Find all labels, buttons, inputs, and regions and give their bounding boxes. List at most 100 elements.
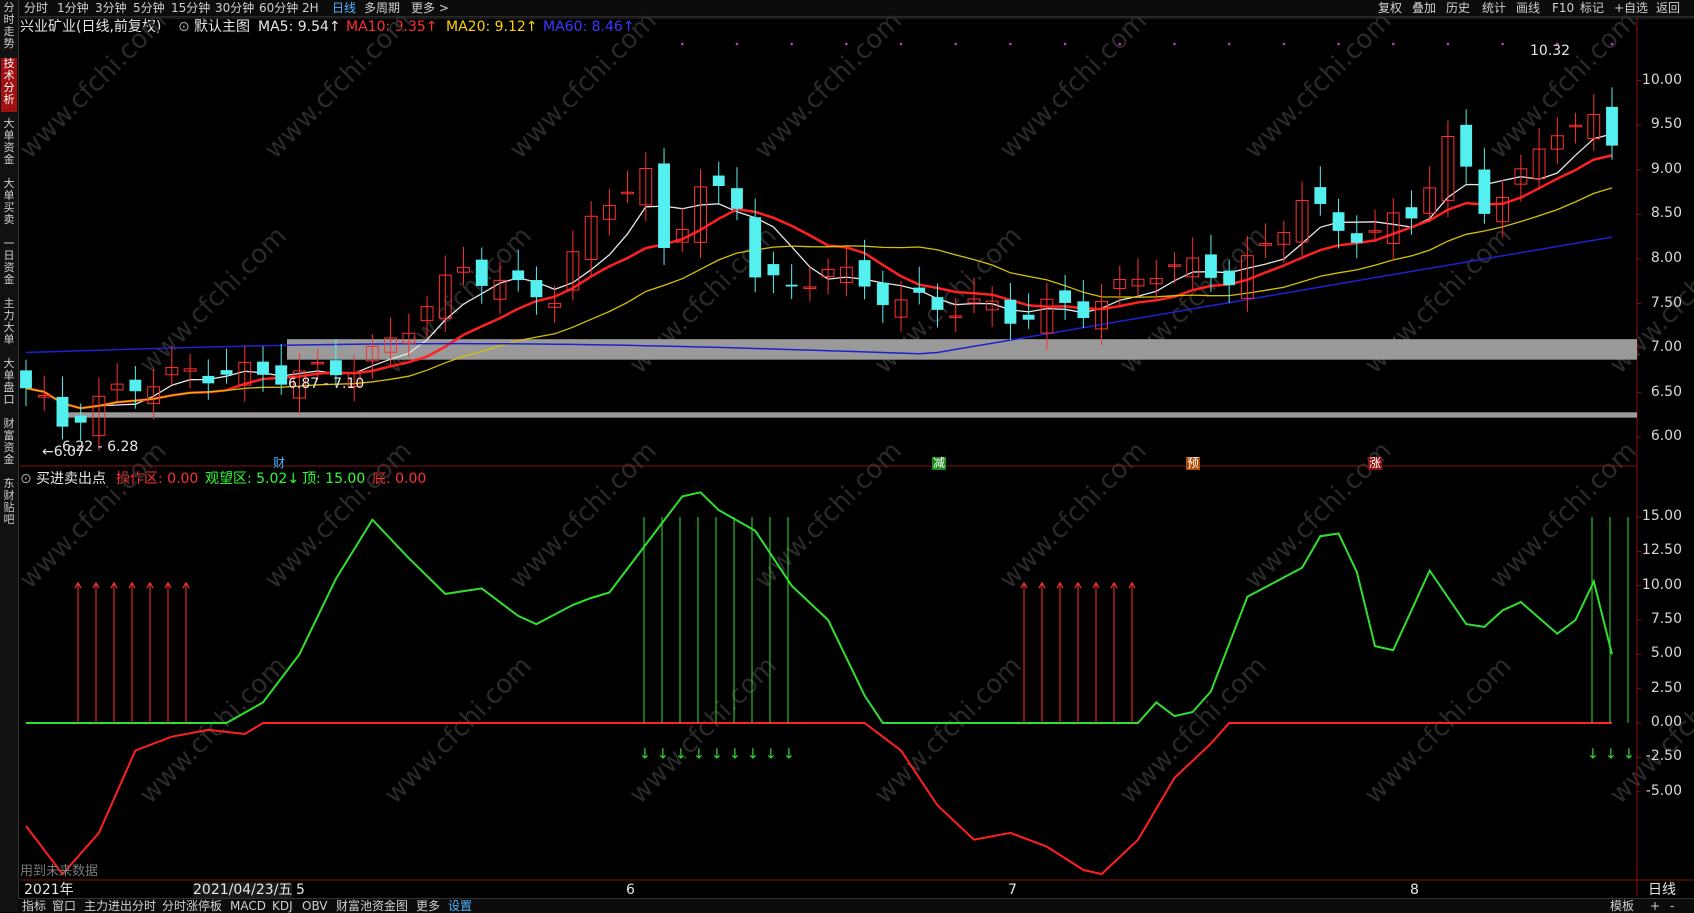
sell-arrow-icon: ↓ [747, 747, 759, 763]
candle-body-down [530, 280, 543, 298]
candle-body-down [1223, 270, 1236, 286]
candle-body-down [1314, 187, 1327, 204]
candle-body-down [329, 360, 342, 376]
top-dot [680, 42, 684, 46]
top-dot [1501, 42, 1504, 46]
x-label-jul: 7 [1008, 882, 1017, 898]
forecast-tag[interactable]: 预 [1186, 457, 1201, 470]
sell-arrow-icon: ↓ [783, 747, 795, 763]
watermark-text: www.cfchi.com [749, 436, 908, 595]
watermark-text: www.cfchi.com [869, 651, 1028, 810]
top-dots [680, 42, 1614, 46]
x-label-may: 5 [296, 882, 305, 898]
zoom-out-button[interactable]: - [1670, 899, 1674, 913]
financial-report-tag[interactable]: 财 [272, 457, 286, 470]
x-label-aug: 8 [1410, 882, 1419, 898]
sell-arrow-icon: ↓ [711, 747, 723, 763]
candle-body-down [712, 175, 725, 187]
candle-body-down [512, 270, 525, 281]
sell-arrow-icon: ↓ [675, 747, 687, 763]
top-dot [735, 42, 739, 46]
candle-body-down [1077, 301, 1090, 318]
watermark-text: www.cfchi.com [1359, 651, 1518, 810]
indicator-tick-label: 0.00 [1650, 714, 1682, 730]
watermark-text: www.cfchi.com [1239, 6, 1398, 165]
price-tick-label: 9.50 [1650, 116, 1682, 133]
chart-canvas[interactable]: www.cfchi.com www.cfchi.com www.cfchi.com w… [0, 0, 1694, 912]
x-axis-period-label[interactable]: 日线 [1648, 882, 1676, 898]
price-tick-label: 6.50 [1650, 383, 1682, 400]
watermark-text: www.cfchi.com [504, 436, 663, 595]
support-zone [60, 412, 1637, 418]
bottom-tab-main-force-intraday[interactable]: 主力进出分时 [84, 899, 156, 913]
watermark-text: www.cfchi.com [1114, 651, 1273, 810]
zoom-in-button[interactable]: + [1650, 899, 1660, 913]
candle-body-down [1405, 207, 1418, 219]
x-label-year: 2021年 [24, 882, 74, 898]
bottom-tab-macd[interactable]: MACD [230, 899, 266, 913]
indicator-tab-bar: 指标 窗口 主力进出分时 分时涨停板 MACD KDJ OBV 财富池资金图 更… [18, 898, 1694, 913]
indicator-tick-label: -2.50 [1645, 748, 1682, 765]
candle-body-down [475, 259, 488, 286]
candle-body-down [1059, 290, 1072, 303]
top-dot [1337, 42, 1340, 46]
candle-body-down [1004, 299, 1017, 324]
watermark-text: www.cfchi.com [624, 651, 783, 810]
price-tick-label: 10.00 [1641, 71, 1682, 88]
indicator-tick-label: 2.50 [1650, 679, 1682, 696]
watermark-text: www.cfchi.com [749, 6, 908, 165]
price-tick-label: 9.00 [1650, 160, 1682, 177]
top-dot [1282, 42, 1286, 46]
bottom-tab-window[interactable]: 窗口 [52, 899, 76, 913]
candle-body-down [1606, 106, 1618, 146]
candle-body-down [876, 282, 889, 306]
candle-body-down [275, 365, 288, 385]
candle-body-down [913, 287, 926, 293]
indicator-tick-label: 5.00 [1650, 645, 1682, 662]
indicator-tick-label: 7.50 [1650, 611, 1682, 627]
template-button[interactable]: 模板 [1610, 899, 1634, 913]
top-dot [845, 42, 848, 46]
reduce-holding-tag[interactable]: 减 [932, 457, 947, 470]
candle-body-down [129, 379, 142, 392]
watermark-text: www.cfchi.com [14, 436, 173, 595]
watermark-text: www.cfchi.com [379, 651, 538, 810]
bottom-tab-indicator[interactable]: 指标 [22, 899, 46, 913]
candle-body-down [74, 415, 87, 423]
bottom-tab-settings[interactable]: 设置 [448, 899, 472, 913]
top-dot [790, 42, 793, 46]
watermark-text: www.cfchi.com [14, 6, 173, 165]
indicator-tick-label: 10.00 [1641, 576, 1682, 593]
candle-body-down [931, 297, 944, 310]
watermark-text: www.cfchi.com [134, 221, 293, 380]
bottom-tab-obv[interactable]: OBV [302, 899, 328, 913]
bottom-tab-more[interactable]: 更多 [416, 899, 440, 913]
watermark-text: www.cfchi.com [1484, 436, 1643, 595]
bottom-tab-kdj[interactable]: KDJ [272, 899, 293, 913]
price-tick-label: 6.00 [1650, 428, 1682, 445]
limit-up-tag[interactable]: 涨 [1368, 457, 1383, 470]
top-dot [1391, 42, 1395, 46]
watermark-text: www.cfchi.com [994, 6, 1153, 165]
top-dot [954, 42, 958, 46]
candle-body-down [1332, 212, 1345, 231]
sell-arrow-icon: ↓ [657, 747, 669, 763]
price-tick-label: 7.00 [1650, 339, 1682, 356]
candle-body-down [56, 396, 69, 427]
sell-arrow-icon: ↓ [729, 747, 741, 763]
candle-body-down [257, 361, 269, 375]
candle-body-down [785, 284, 798, 287]
watermark-layer: www.cfchi.com www.cfchi.com www.cfchi.com w… [14, 6, 1694, 810]
candle-body-down [1350, 233, 1363, 243]
sell-arrow-icon: ↓ [1587, 747, 1599, 763]
candle-body-down [749, 217, 762, 278]
top-dot [1227, 42, 1231, 46]
price-tick-label: 8.00 [1650, 249, 1682, 266]
candle-body-down [1478, 169, 1491, 214]
bottom-tab-intraday-limit-up[interactable]: 分时涨停板 [162, 899, 222, 913]
bottom-tab-wealth-pool[interactable]: 财富池资金图 [336, 899, 408, 913]
x-label-cursor-date: 2021/04/23/五 [193, 882, 293, 898]
sell-arrow-icon: ↓ [1623, 747, 1635, 763]
top-dot [1118, 42, 1122, 46]
watermark-text: www.cfchi.com [994, 436, 1153, 595]
